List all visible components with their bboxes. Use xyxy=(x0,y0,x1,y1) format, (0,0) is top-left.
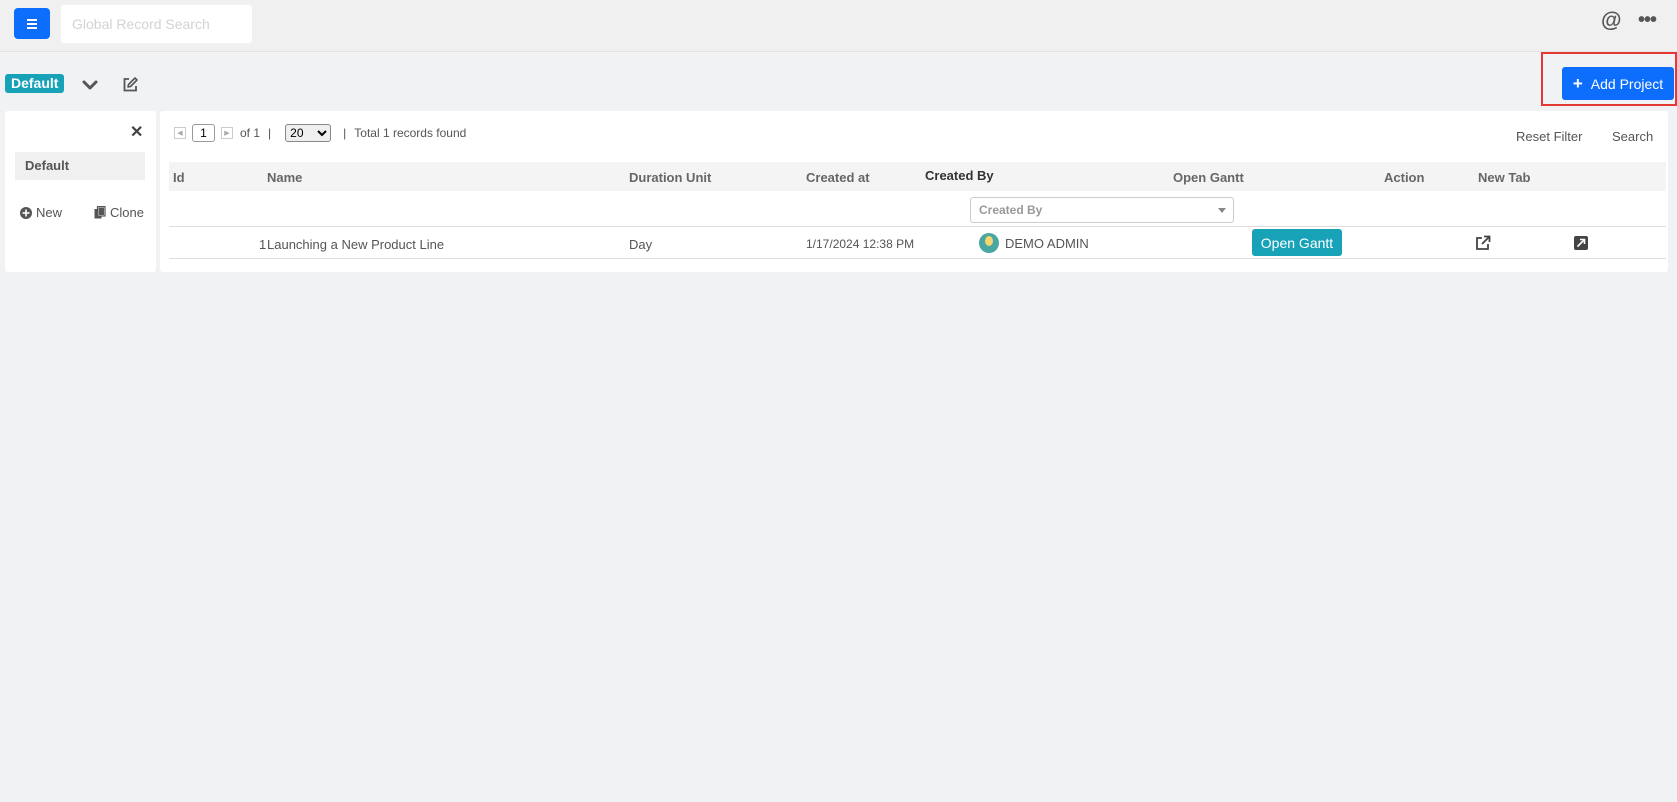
cell-duration-unit: Day xyxy=(629,237,653,252)
total-records: Total 1 records found xyxy=(354,126,467,140)
page-size-select[interactable]: 20 xyxy=(285,124,332,142)
clone-view-label: Clone xyxy=(110,205,144,220)
top-bar: @ ••• xyxy=(0,0,1677,52)
clone-view-button[interactable]: Clone xyxy=(94,205,144,220)
hamburger-menu-button[interactable] xyxy=(14,8,50,39)
column-header-created-by[interactable]: Created By xyxy=(925,168,994,183)
column-header-action: Action xyxy=(1384,170,1425,185)
new-view-label: New xyxy=(36,205,63,220)
views-panel: ✕ Default New Clone xyxy=(5,111,156,272)
new-tab-icon[interactable] xyxy=(1574,236,1588,250)
caret-down-icon xyxy=(1218,208,1226,213)
plus-circle-icon xyxy=(20,206,32,219)
edit-view-icon[interactable] xyxy=(122,76,139,93)
avatar xyxy=(979,233,999,253)
current-view-badge: Default xyxy=(5,74,65,93)
divider: | xyxy=(343,126,347,140)
column-header-duration-unit[interactable]: Duration Unit xyxy=(629,170,711,185)
created-by-filter-select[interactable]: Created By xyxy=(970,197,1234,223)
column-header-id[interactable]: Id xyxy=(173,170,185,185)
next-page-icon[interactable]: ▶ xyxy=(221,127,233,139)
open-gantt-button[interactable]: Open Gantt xyxy=(1252,229,1342,256)
cell-name: Launching a New Product Line xyxy=(267,237,445,252)
mentions-icon[interactable]: @ xyxy=(1601,9,1621,33)
pagination: ◀ ▶ of 1 | 20 | Total 1 records found xyxy=(174,124,466,142)
plus-icon: + xyxy=(1572,73,1583,93)
filter-row: Created By xyxy=(169,191,1666,227)
cell-created-by: DEMO ADMIN xyxy=(1005,236,1089,251)
close-icon[interactable]: ✕ xyxy=(130,122,143,142)
table-row[interactable]: 1 Launching a New Product Line Day 1/17/… xyxy=(169,228,1666,259)
cell-id: 1 xyxy=(259,237,267,252)
column-header-name[interactable]: Name xyxy=(267,170,302,185)
column-header-created-at[interactable]: Created at xyxy=(806,170,870,185)
table-header: Id Name Duration Unit Created at Created… xyxy=(169,162,1666,191)
divider: | xyxy=(268,126,272,140)
column-header-new-tab: New Tab xyxy=(1478,170,1531,185)
add-project-button[interactable]: + Add Project xyxy=(1562,67,1674,100)
column-header-open-gantt: Open Gantt xyxy=(1173,170,1244,185)
copy-icon xyxy=(94,206,106,219)
created-by-filter-placeholder: Created By xyxy=(979,203,1043,217)
cell-created-at: 1/17/2024 12:38 PM xyxy=(806,237,915,251)
chevron-down-icon[interactable] xyxy=(81,76,99,94)
records-panel: ◀ ▶ of 1 | 20 | Total 1 records found Re… xyxy=(160,111,1668,272)
new-view-button[interactable]: New xyxy=(20,205,62,220)
view-item-default[interactable]: Default xyxy=(15,152,145,180)
reset-filter-button[interactable]: Reset Filter xyxy=(1516,129,1582,144)
external-link-icon[interactable] xyxy=(1475,235,1491,251)
first-page-icon[interactable]: ◀ xyxy=(174,127,186,139)
more-options-icon[interactable]: ••• xyxy=(1638,9,1657,32)
add-project-label: Add Project xyxy=(1590,75,1664,92)
page-number-input[interactable] xyxy=(192,124,215,142)
hamburger-icon xyxy=(27,22,37,25)
global-search-input[interactable] xyxy=(61,5,252,43)
search-button[interactable]: Search xyxy=(1612,129,1653,144)
page-count: of 1 xyxy=(240,126,261,140)
